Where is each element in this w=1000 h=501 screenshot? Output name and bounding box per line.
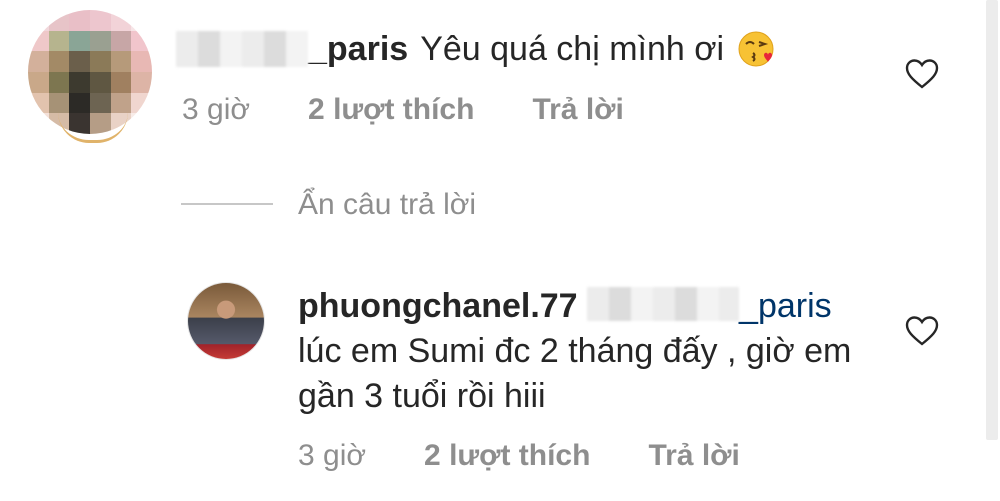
comment-time: 3 giờ [182,93,251,126]
face-throwing-kiss-icon [738,31,774,67]
reply-meta: 3 giờ 2 lượt thích Trả lời [298,434,740,478]
hide-replies-button[interactable]: Ẩn câu trả lời [298,188,476,222]
like-heart-icon[interactable] [905,58,939,90]
reply-time: 3 giờ [298,439,367,472]
reply-reply-button[interactable]: Trả lời [648,439,739,473]
redacted-username [176,31,308,67]
comment-body: _paris Yêu quá chị mình ơi [176,24,776,74]
like-heart-icon[interactable] [905,315,939,347]
comment-text: Yêu quá chị mình ơi [420,29,725,68]
reply-likes-link[interactable]: 2 lượt thích [424,439,590,473]
comment-reply-button[interactable]: Trả lời [532,93,623,127]
reply-body: phuongchanel.77 _paris lúc em Sumi đc 2 … [298,284,878,419]
reply-avatar[interactable] [188,283,264,359]
comment-likes-link[interactable]: 2 lượt thích [308,93,474,127]
scrollbar-thumb[interactable] [986,0,998,440]
comment-meta: 3 giờ 2 lượt thích Trả lời [182,88,624,132]
redacted-mention [587,287,740,321]
reply-username[interactable]: phuongchanel.77 [298,287,578,325]
reply-text: lúc em Sumi đc 2 tháng đấy , giờ em gần … [298,332,852,415]
comment-username[interactable]: _paris [308,30,408,69]
reply-mention[interactable]: _paris [739,287,832,325]
story-ring [58,112,128,143]
hide-replies-divider [181,203,273,205]
